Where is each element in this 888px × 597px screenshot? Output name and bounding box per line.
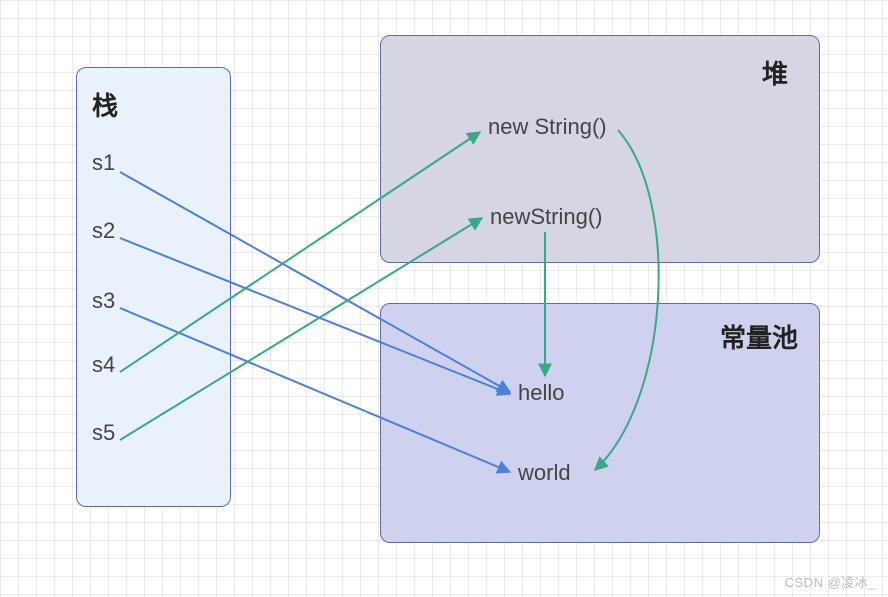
pool-title: 常量池 <box>720 318 798 355</box>
watermark: CSDN @凌冰_ <box>785 572 876 591</box>
heap-title: 堆 <box>762 54 788 91</box>
pool-item-hello: hello <box>518 380 564 406</box>
pool-item-world: world <box>518 460 571 486</box>
stack-item-s1: s1 <box>92 150 115 176</box>
diagram-canvas: 栈 堆 常量池 s1 s2 s3 s4 s5 new String() newS… <box>0 0 888 597</box>
heap-item-new-string-1: new String() <box>488 114 607 140</box>
stack-item-s2: s2 <box>92 218 115 244</box>
heap-item-new-string-2: newString() <box>490 204 602 230</box>
stack-title: 栈 <box>92 86 118 123</box>
stack-item-s5: s5 <box>92 420 115 446</box>
stack-item-s4: s4 <box>92 352 115 378</box>
stack-item-s3: s3 <box>92 288 115 314</box>
